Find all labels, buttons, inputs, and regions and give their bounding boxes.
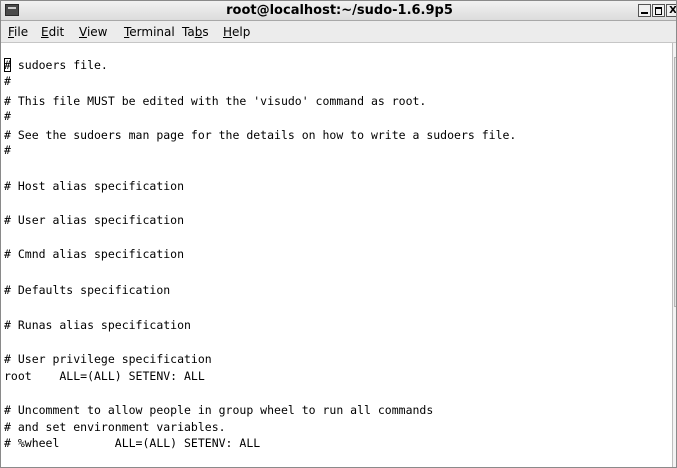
- maximize-button[interactable]: [652, 4, 665, 17]
- terminal-line: #: [4, 74, 11, 88]
- menu-file[interactable]: File: [8, 21, 28, 43]
- terminal-line: # User privilege specification: [4, 352, 212, 366]
- terminal-line: # This file MUST be edited with the 'vis…: [4, 94, 427, 108]
- text-cursor: [4, 58, 11, 72]
- terminal-line: #: [4, 109, 11, 123]
- menu-edit[interactable]: Edit: [41, 21, 64, 43]
- terminal-line: # Uncomment to allow people in group whe…: [4, 403, 434, 417]
- terminal-line: root ALL=(ALL) SETENV: ALL: [4, 369, 205, 383]
- terminal-line: # See the sudoers man page for the detai…: [4, 128, 517, 142]
- window-title: root@localhost:~/sudo-1.6.9p5: [226, 3, 453, 18]
- title-bar[interactable]: root@localhost:~/sudo-1.6.9p5 X: [1, 1, 676, 21]
- terminal-line: # Runas alias specification: [4, 318, 191, 332]
- menu-view[interactable]: View: [79, 21, 107, 43]
- menu-bar: File Edit View Terminal Tabs Help: [1, 21, 676, 43]
- terminal-line: # sudoers file.: [4, 58, 108, 72]
- terminal-line: # Host alias specification: [4, 179, 185, 193]
- terminal-line: # User alias specification: [4, 213, 185, 227]
- terminal-window: root@localhost:~/sudo-1.6.9p5 X File Edi…: [0, 0, 677, 468]
- vertical-scrollbar[interactable]: [672, 43, 676, 467]
- terminal-line: # Cmnd alias specification: [4, 247, 185, 261]
- close-button[interactable]: X: [666, 4, 676, 17]
- terminal-line: # Defaults specification: [4, 283, 171, 297]
- menu-terminal[interactable]: Terminal: [124, 21, 175, 43]
- terminal-text-area[interactable]: # sudoers file. # # This file MUST be ed…: [1, 43, 673, 467]
- terminal-line: #: [4, 143, 11, 157]
- menu-help[interactable]: Help: [223, 21, 250, 43]
- minimize-button[interactable]: [638, 4, 651, 17]
- menu-tabs[interactable]: Tabs: [182, 21, 209, 43]
- terminal-line: # and set environment variables.: [4, 420, 226, 434]
- terminal-line: # %wheel ALL=(ALL) SETENV: ALL: [4, 436, 261, 450]
